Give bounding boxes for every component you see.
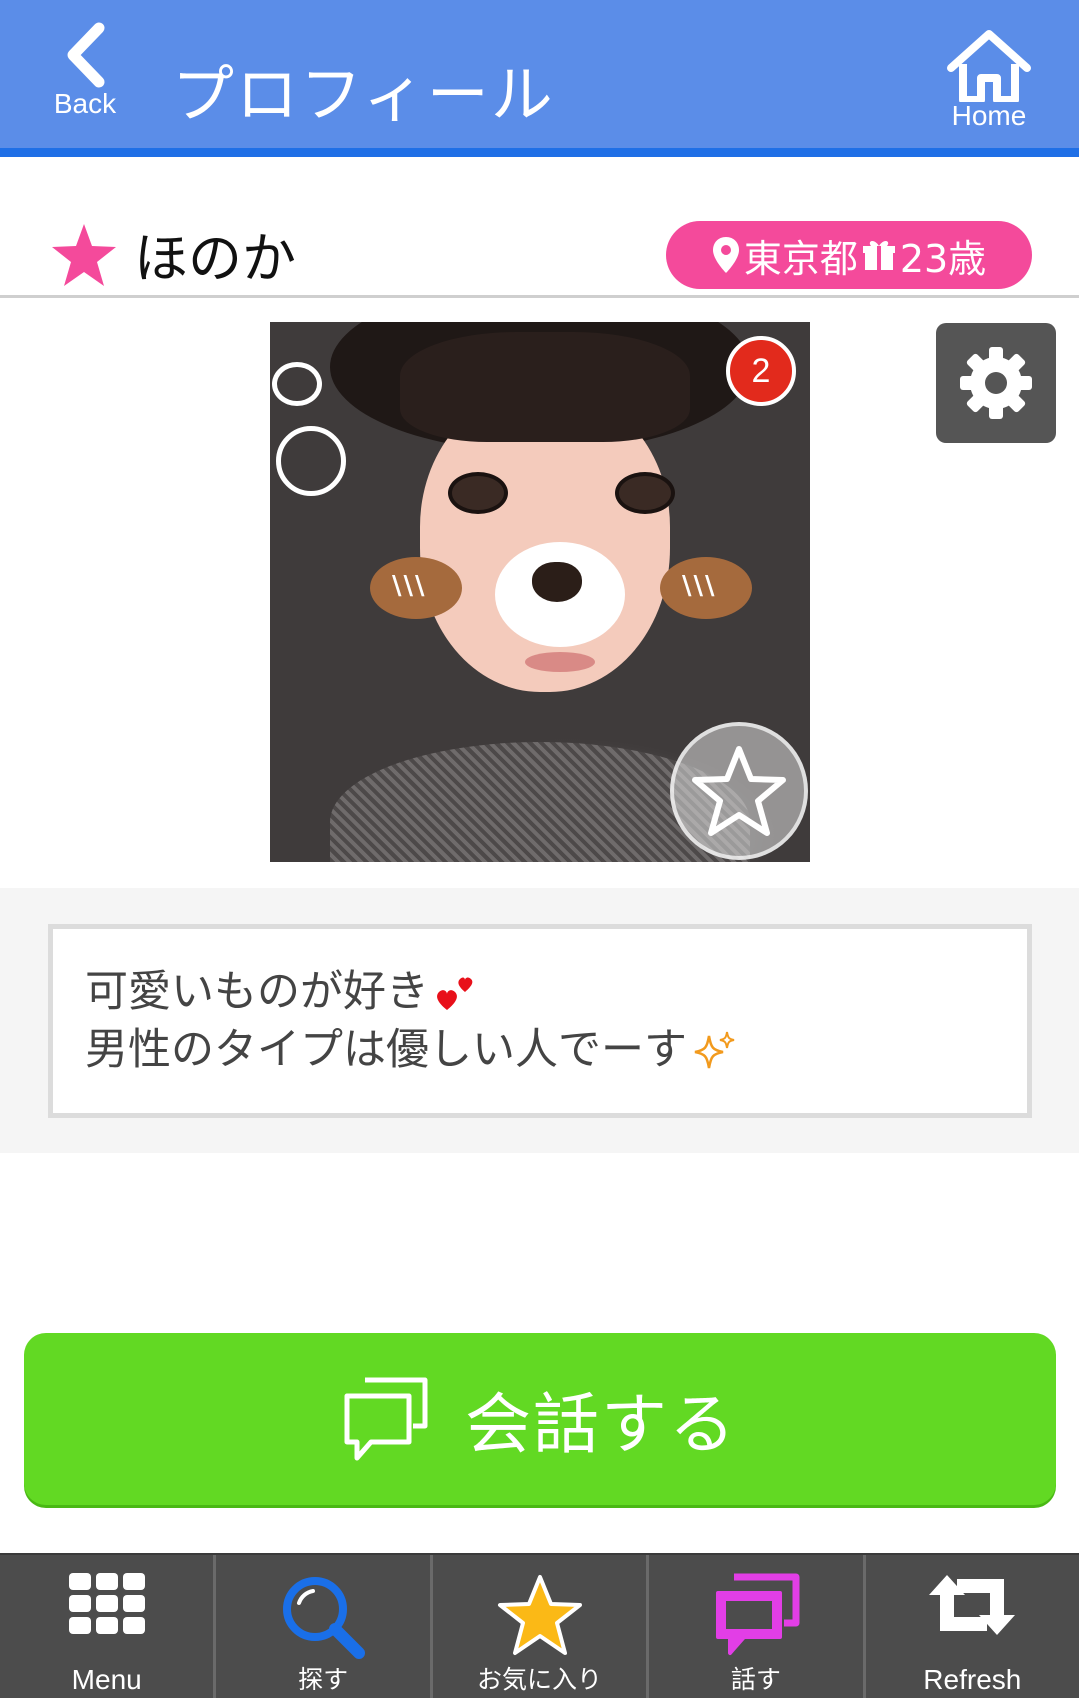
bio-section: 可愛いものが好き 男性のタイプは優しい人でーす xyxy=(0,888,1079,1153)
nav-talk[interactable]: 話す xyxy=(649,1555,866,1698)
page-title: プロフィール xyxy=(172,58,555,131)
profile-name: ほのか xyxy=(134,227,296,290)
bottom-nav: Menu 探す お気に入り 話す Refresh xyxy=(0,1553,1079,1698)
app-header: Back プロフィール Home xyxy=(0,0,1079,157)
home-label: Home xyxy=(951,100,1027,131)
nav-talk-label: 話す xyxy=(730,1665,781,1694)
nav-menu[interactable]: Menu xyxy=(0,1555,217,1698)
nav-menu-label: Menu xyxy=(71,1664,142,1695)
search-icon xyxy=(283,1577,366,1659)
home-button[interactable]: Home xyxy=(939,30,1039,140)
star-icon xyxy=(497,1575,582,1655)
nav-refresh-label: Refresh xyxy=(923,1664,1022,1695)
home-icon xyxy=(947,30,1031,102)
back-label: Back xyxy=(53,88,117,119)
grid-icon xyxy=(68,1573,145,1634)
profile-location: 東京都 xyxy=(743,236,858,281)
location-pin-icon xyxy=(712,237,739,273)
nav-favorites[interactable]: お気に入り xyxy=(433,1555,650,1698)
nav-refresh[interactable]: Refresh xyxy=(866,1555,1079,1698)
location-age-badge: 東京都 23歳 xyxy=(666,221,1032,289)
gear-icon xyxy=(960,347,1032,419)
back-button[interactable]: Back xyxy=(40,22,130,132)
photo-count-badge: 2 xyxy=(726,336,796,406)
bio-line-2: 男性のタイプは優しい人でーす xyxy=(85,1021,995,1079)
nav-search-label: 探す xyxy=(298,1665,349,1694)
refresh-icon xyxy=(929,1575,1016,1635)
favorite-star-icon[interactable] xyxy=(50,222,118,288)
bio-line-1: 可愛いものが好き xyxy=(85,963,995,1021)
star-outline-icon xyxy=(692,746,786,836)
nav-search[interactable]: 探す xyxy=(216,1555,433,1698)
bio-box: 可愛いものが好き 男性のタイプは優しい人でーす xyxy=(48,924,1032,1118)
talk-label: 会話する xyxy=(465,1386,737,1463)
chevron-left-icon xyxy=(67,22,105,88)
profile-age: 23歳 xyxy=(899,236,987,281)
profile-name-row: ほのか 東京都 23歳 xyxy=(0,206,1079,298)
nav-favorites-label: お気に入り xyxy=(477,1665,603,1694)
chat-icon xyxy=(715,1573,800,1655)
photo-favorite-button[interactable] xyxy=(670,722,808,860)
talk-button[interactable]: 会話する xyxy=(24,1333,1056,1505)
chat-bubbles-icon xyxy=(344,1377,428,1461)
gift-icon xyxy=(862,241,895,270)
hearts-icon xyxy=(437,977,473,1010)
sparkles-icon xyxy=(694,1031,735,1069)
settings-button[interactable] xyxy=(936,323,1056,443)
